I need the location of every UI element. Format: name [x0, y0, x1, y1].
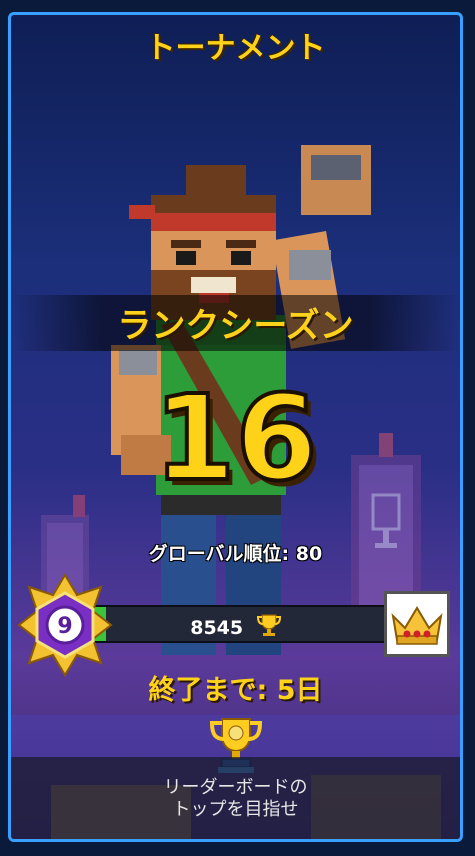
rank-points-value: 8545 — [190, 617, 244, 639]
global-rank-label: グローバル順位: — [148, 543, 290, 565]
tournament-panel: トーナメント ランクシーズン 16 グローバル順位: 80 8545 9 終了ま… — [8, 12, 463, 842]
footer-line-1: リーダーボードの — [163, 777, 308, 798]
rank-points: 8545 — [88, 613, 384, 639]
page-title: トーナメント — [145, 31, 326, 66]
crown-reward-button[interactable] — [384, 591, 450, 657]
level-badge-icon[interactable]: 9 — [17, 573, 113, 677]
season-ends-value: 5日 — [276, 675, 323, 706]
level-value: 9 — [57, 614, 72, 639]
global-rank: グローバル順位: 80 — [11, 539, 460, 566]
rank-number: 16 — [151, 369, 319, 507]
season-ends-text: 終了まで: 5日 — [11, 668, 460, 707]
season-ends-label: 終了まで: — [148, 675, 268, 706]
season-label: ランクシーズン — [117, 306, 354, 346]
crown-icon — [391, 606, 443, 645]
trophy-icon — [256, 614, 281, 636]
global-rank-value: 80 — [295, 543, 323, 565]
footer-message: リーダーボードの トップを目指せ — [11, 777, 460, 821]
rank-progress-bar: 8545 — [86, 605, 386, 643]
footer-line-2: トップを目指せ — [172, 799, 299, 820]
